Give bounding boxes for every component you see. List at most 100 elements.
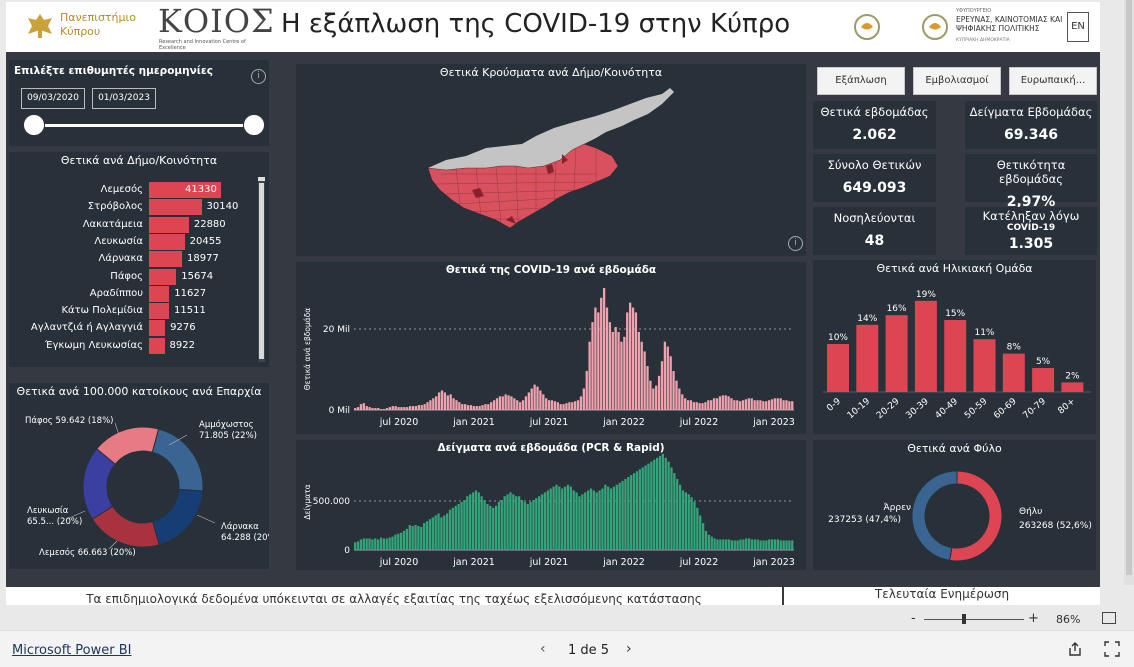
- cases-bar: [510, 396, 513, 410]
- cases-bar: [617, 331, 620, 410]
- tab-vaccinations[interactable]: Εμβολιασμοί: [913, 67, 1001, 95]
- municipality-bar[interactable]: [149, 268, 177, 285]
- age-value-label: 16%: [887, 304, 907, 314]
- cases-bar: [585, 370, 588, 410]
- municipality-bar[interactable]: [149, 303, 170, 320]
- municipality-bar[interactable]: [149, 251, 183, 268]
- vertical-scrollbar[interactable]: [1124, 0, 1134, 585]
- share-icon[interactable]: [1067, 641, 1083, 657]
- municipality-bar[interactable]: [149, 216, 189, 233]
- cases-bar: [545, 398, 548, 410]
- tests-bar: [612, 486, 616, 550]
- tests-bar: [756, 539, 759, 550]
- tests-bar: [506, 494, 509, 550]
- tests-bar: [486, 503, 489, 550]
- tests-bar: [457, 503, 460, 550]
- tests-bar: [759, 540, 762, 550]
- weekly-tests-chart: jul 2020 jan 2021 jul 2021 jan 2022 jul 2022…: [303, 454, 795, 568]
- tests-bar: [788, 540, 791, 550]
- municipality-bar-title: Θετικά ανά Δήμο/Κοινότητα: [60, 154, 218, 167]
- cases-bar: [403, 407, 406, 410]
- cases-bar: [620, 341, 623, 410]
- kpi-label: Κατέληξαν λόγω: [982, 209, 1080, 223]
- tests-bar: [632, 473, 636, 550]
- cases-bar: [501, 396, 504, 410]
- tests-bar: [770, 539, 774, 550]
- date-slider-end-handle[interactable]: [243, 114, 265, 136]
- cases-bar: [504, 394, 507, 410]
- info-icon[interactable]: i: [251, 69, 266, 84]
- cases-bar: [487, 404, 490, 410]
- gender-donut-chart: Άρρεν 237253 (47,4%) Θήλυ 263268 (52,6%): [828, 470, 1092, 562]
- powerbi-link[interactable]: Microsoft Power BI: [12, 643, 131, 658]
- prev-page-icon[interactable]: ‹: [540, 641, 546, 657]
- zoom-slider-handle[interactable]: [962, 614, 966, 624]
- tests-bar: [474, 490, 478, 550]
- cases-bar: [550, 400, 554, 410]
- tab-european[interactable]: Ευρωπαική...: [1009, 67, 1097, 95]
- start-date-input[interactable]: 09/03/2020: [21, 88, 85, 109]
- cases-bar: [663, 341, 667, 410]
- cases-bar: [782, 400, 785, 410]
- zoom-in-button[interactable]: +: [1028, 611, 1039, 626]
- cases-bar: [420, 405, 423, 410]
- tests-bar: [454, 505, 457, 550]
- next-page-icon[interactable]: ›: [626, 641, 632, 657]
- tests-bar: [753, 539, 757, 550]
- tests-bar: [446, 513, 449, 550]
- tests-bar: [724, 539, 728, 550]
- cases-bar: [689, 400, 693, 410]
- cases-bar: [776, 398, 779, 410]
- municipality-bar[interactable]: [149, 233, 185, 250]
- gender-label: Άρρεν: [883, 503, 911, 513]
- kpi-hospitalized: Νοσηλεύονται 48: [813, 207, 936, 255]
- zoom-slider-track[interactable]: [924, 619, 1024, 620]
- cases-bar: [741, 400, 745, 410]
- municipality-value: 11627: [174, 287, 207, 299]
- zoom-out-button[interactable]: -: [911, 611, 916, 626]
- tests-bar: [480, 496, 483, 550]
- municipality-bar[interactable]: [149, 320, 166, 337]
- cases-bar: [391, 406, 394, 410]
- cases-bar: [478, 406, 481, 410]
- zoom-level: 86%: [1056, 613, 1081, 626]
- gender-label: 237253 (47,4%): [828, 515, 901, 525]
- tests-bar: [707, 534, 711, 550]
- tab-spread[interactable]: Εξάπλωση: [817, 67, 905, 95]
- cyprus-choropleth-map[interactable]: [296, 64, 806, 256]
- tests-bar: [543, 492, 547, 550]
- cases-bar: [631, 307, 635, 410]
- municipality-scrollbar[interactable]: [258, 177, 265, 362]
- municipality-bar[interactable]: [149, 199, 202, 216]
- municipality-bar[interactable]: [149, 337, 165, 354]
- tests-bar: [414, 525, 417, 550]
- cases-bar: [640, 341, 643, 410]
- tests-bar: [684, 492, 687, 550]
- tests-bar: [394, 534, 397, 550]
- tests-bar: [693, 502, 696, 550]
- cases-bar: [484, 404, 487, 410]
- cases-bar: [443, 392, 447, 410]
- end-date-input[interactable]: 01/03/2023: [92, 88, 156, 109]
- tests-bar: [428, 519, 432, 550]
- last-update-label: Τελευταία Ενημέρωση: [784, 587, 1100, 605]
- tests-x-tick: jan 2023: [752, 557, 795, 568]
- age-value-label: 10%: [828, 333, 848, 343]
- tests-bar: [400, 532, 403, 550]
- date-slider-start-handle[interactable]: [23, 114, 45, 136]
- cases-bar: [698, 403, 701, 410]
- cases-bar: [629, 302, 632, 410]
- cases-bar: [730, 398, 733, 410]
- tests-bar: [517, 496, 521, 550]
- cases-bar: [556, 402, 559, 410]
- tests-bar: [678, 484, 682, 550]
- municipality-bar[interactable]: [149, 285, 170, 302]
- language-button[interactable]: EN: [1067, 12, 1089, 42]
- map-info-icon[interactable]: i: [788, 236, 803, 251]
- fullscreen-icon[interactable]: [1104, 641, 1120, 657]
- age-value-label: 11%: [974, 328, 994, 338]
- map-panel: Θετικά Κρούσματα ανά Δήμο/Κοινότητα i: [296, 64, 806, 256]
- municipality-label: Λευκωσία: [94, 235, 143, 247]
- fit-page-icon[interactable]: [1102, 612, 1116, 624]
- cases-bar: [649, 380, 652, 410]
